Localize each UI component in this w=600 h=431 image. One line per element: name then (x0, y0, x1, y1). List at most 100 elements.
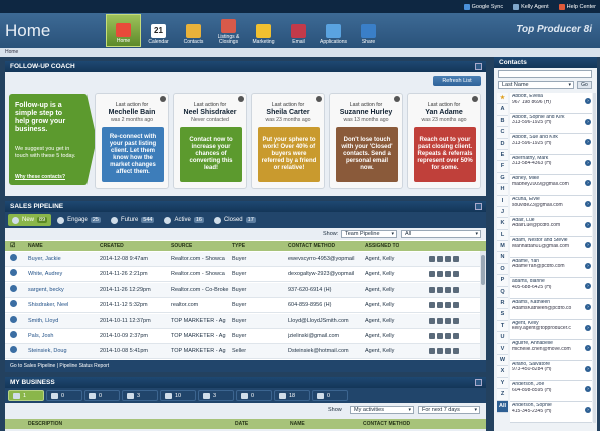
dismiss-icon[interactable] (472, 96, 478, 102)
delete-icon[interactable] (453, 256, 459, 262)
tab-new[interactable]: New 89 (8, 214, 52, 226)
coach-suggestion[interactable]: Re-connect with your past listing client… (102, 127, 164, 182)
business-tab[interactable]: 1 (8, 390, 44, 401)
letter-filter[interactable]: H (497, 184, 508, 196)
contact-name[interactable]: Suzanne Hurley (330, 109, 402, 116)
chevron-right-icon[interactable]: › (585, 262, 591, 269)
letter-filter[interactable]: ★ (497, 93, 508, 105)
letter-filter[interactable]: S (497, 309, 508, 321)
cell-name[interactable]: Pals, Josh (28, 333, 98, 339)
letter-filter[interactable]: G (497, 172, 508, 185)
phone-icon[interactable] (429, 256, 435, 262)
letter-filter[interactable]: R (497, 298, 508, 310)
filter-select[interactable]: All (401, 230, 481, 238)
note-icon[interactable] (445, 348, 451, 355)
contact-item[interactable]: Adams, Kathleen AdamsKathleen@pcdfo.co › (510, 298, 592, 320)
col-source[interactable]: SOURCE (171, 243, 192, 249)
why-these-contacts-link[interactable]: Why these contacts? (15, 174, 65, 180)
contact-sort-select[interactable]: Last Name (498, 81, 574, 89)
chevron-right-icon[interactable]: › (585, 406, 591, 413)
coach-suggestion[interactable]: Put your sphere to work! Over 40% of buy… (258, 127, 320, 182)
dismiss-icon[interactable] (238, 96, 244, 102)
google-sync-link[interactable]: Google Sync (463, 3, 503, 10)
table-row[interactable]: Smith, Lloyd 2014-10-11 12:37pm TOP MARKET… (5, 313, 480, 329)
letter-filter[interactable]: K (497, 218, 508, 230)
note-icon[interactable] (445, 302, 451, 309)
range-select[interactable]: For next 7 days (418, 406, 480, 414)
business-tab[interactable]: 3 (198, 390, 234, 401)
business-tab[interactable]: 0 (84, 390, 120, 401)
table-row[interactable]: Buyer, Jackie 2014-12-08 9:47am Realtor.co… (5, 252, 480, 267)
phone-icon[interactable] (429, 333, 435, 339)
nav-marketing[interactable]: Marketing (246, 14, 281, 47)
note-icon[interactable] (445, 256, 451, 262)
letter-filter[interactable]: P (497, 275, 508, 287)
go-to-pipeline-link[interactable]: Go to Sales Pipeline (10, 363, 55, 369)
chevron-right-icon[interactable]: › (585, 283, 591, 290)
contact-item[interactable]: Adair, Lue AdairLue@pcdfo.com › (510, 216, 592, 238)
contact-item[interactable]: Acuna, Elvie souvide23@gmail.com › (510, 195, 592, 217)
contact-item[interactable]: Alfano, Salvatore 973-450-8284 (H) › (510, 360, 592, 382)
coach-suggestion[interactable]: Don't lose touch with your 'Closed' cont… (336, 127, 398, 182)
delete-icon[interactable] (453, 286, 459, 293)
letter-filter[interactable]: M (497, 241, 508, 253)
chevron-right-icon[interactable]: › (585, 98, 591, 104)
letter-filter[interactable]: Y (497, 377, 508, 390)
help-center-link[interactable]: Help Center (558, 3, 596, 10)
coach-suggestion[interactable]: Contact now to increase your chances of … (180, 127, 242, 182)
letter-filter[interactable]: F (497, 161, 508, 173)
letter-filter[interactable]: T (497, 320, 508, 333)
phone-icon[interactable] (429, 348, 435, 355)
note-icon[interactable] (445, 271, 451, 278)
delete-icon[interactable] (453, 348, 459, 355)
letter-filter[interactable]: All (497, 400, 508, 413)
cell-name[interactable]: Smith, Lloyd (28, 318, 98, 324)
coach-card[interactable]: Last action for Neel Shisdraker Never cont… (173, 93, 247, 189)
phone-icon[interactable] (429, 271, 435, 278)
note-icon[interactable] (445, 286, 451, 293)
col-name[interactable]: NAME (28, 243, 43, 249)
refresh-list-button[interactable]: Refresh List (433, 76, 481, 86)
contact-name[interactable]: Sheila Carter (252, 109, 324, 116)
letter-filter[interactable]: U (497, 332, 508, 344)
letter-filter[interactable]: A (497, 104, 508, 116)
table-row[interactable]: Steinsiek, Doug 2014-10-08 5:41pm TOP MARK… (5, 344, 480, 360)
go-button[interactable]: Go (577, 81, 592, 89)
contact-item[interactable]: adams, dianne 405-688-6425 (H) › (510, 278, 592, 299)
email-icon[interactable] (437, 348, 443, 355)
email-icon[interactable] (437, 333, 443, 339)
delete-icon[interactable] (453, 317, 459, 324)
col-contact-method[interactable]: CONTACT METHOD (363, 421, 410, 427)
coach-card[interactable]: Last action for Sheila Carter was 23 month… (251, 93, 325, 189)
select-all-icon[interactable]: ☑ (10, 242, 15, 249)
nav-home[interactable]: Home (106, 14, 141, 47)
letter-filter[interactable]: E (497, 149, 508, 162)
contact-item[interactable]: Abbott, Sue and Kirk 313-596-1925 (H) › (510, 134, 592, 155)
tab-future[interactable]: Future 544 (107, 214, 159, 226)
nav-share[interactable]: Share (351, 14, 386, 47)
col-created[interactable]: CREATED (100, 243, 124, 249)
delete-icon[interactable] (453, 271, 459, 278)
contact-item[interactable]: Agent, Kelly kelly.agent@topproducer.c › (510, 319, 592, 341)
table-row[interactable]: Shisdraker, Neel 2014-11-12 5:32pm realtor… (5, 298, 480, 314)
chevron-right-icon[interactable]: › (585, 345, 591, 352)
phone-icon[interactable] (429, 302, 435, 309)
contact-item[interactable]: Abernathy, Mark 313-584-4363 (H) › (510, 154, 592, 176)
nav-listings[interactable]: Listings & Closings (211, 14, 246, 47)
contact-item[interactable]: Abbott, Evelia 967 198 8696 (H) › (510, 93, 592, 114)
coach-card[interactable]: Last action for Yan Adame was 23 months ag… (407, 93, 481, 189)
delete-icon[interactable] (453, 302, 459, 309)
letter-filter[interactable]: X (497, 366, 508, 378)
email-icon[interactable] (437, 271, 443, 278)
tab-closed[interactable]: Closed 17 (210, 214, 260, 226)
contact-name[interactable]: Yan Adame (408, 109, 480, 116)
col-contact-method[interactable]: CONTACT METHOD (288, 243, 335, 249)
email-icon[interactable] (437, 302, 443, 309)
col-assigned-to[interactable]: ASSIGNED TO (365, 243, 399, 249)
col-description[interactable]: DESCRIPTION (28, 421, 62, 427)
cell-name[interactable]: Shisdraker, Neel (28, 302, 98, 308)
coach-card[interactable]: Last action for Mechelle Bain was 2 months… (95, 93, 169, 189)
contact-item[interactable]: Abney, Mike mabney2009@gmail.com › (510, 175, 592, 196)
contact-item[interactable]: Aguirre, Annabelle michelle.chen@move.com… (510, 340, 592, 361)
letter-filter[interactable]: W (497, 354, 508, 367)
